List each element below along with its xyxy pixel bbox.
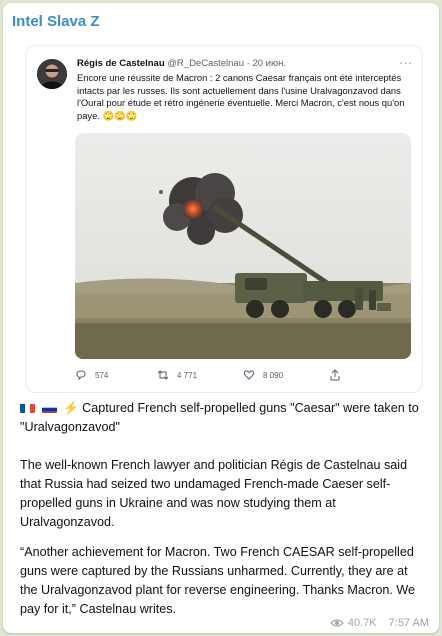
artillery-photo bbox=[75, 133, 411, 359]
tweet-actions: 574 4 771 8 090 bbox=[75, 369, 395, 383]
like-action[interactable]: 8 090 bbox=[243, 369, 283, 381]
embedded-tweet[interactable]: Régis de Castelnau @R_DeCastelnau · 20 и… bbox=[25, 45, 423, 393]
like-icon bbox=[243, 370, 255, 380]
headline-text: ⚡️ Captured French self-propelled guns "… bbox=[20, 401, 419, 434]
flag-russia-icon bbox=[41, 402, 57, 413]
message-time: 7:57 AM bbox=[388, 617, 429, 629]
share-icon bbox=[330, 369, 340, 381]
more-options-icon[interactable]: ··· bbox=[399, 55, 412, 70]
like-count: 8 090 bbox=[263, 370, 284, 380]
tweet-author: Régis de Castelnau @R_DeCastelnau · 20 и… bbox=[77, 58, 286, 69]
view-count: 40.7K bbox=[347, 617, 377, 629]
tweet-photo[interactable] bbox=[75, 133, 411, 359]
reply-action[interactable]: 574 bbox=[75, 369, 108, 381]
message-footer: 40.7K 7:57 AM bbox=[330, 617, 429, 629]
tweet-author-name[interactable]: Régis de Castelnau bbox=[77, 58, 165, 69]
avatar[interactable] bbox=[37, 59, 67, 89]
message-paragraph-1: The well-known French lawyer and politic… bbox=[20, 458, 408, 529]
retweet-icon bbox=[157, 370, 169, 380]
message-headline: ⚡️ Captured French self-propelled guns "… bbox=[20, 399, 425, 437]
retweet-action[interactable]: 4 771 bbox=[157, 369, 197, 381]
tweet-text: Encore une réussite de Macron : 2 canons… bbox=[77, 72, 405, 121]
reply-icon bbox=[76, 370, 86, 381]
tweet-author-handle[interactable]: @R_DeCastelnau bbox=[167, 58, 244, 69]
share-action[interactable] bbox=[329, 369, 341, 381]
message-paragraph-2: “Another achievement for Macron. Two Fre… bbox=[20, 545, 416, 616]
message-bubble: Intel Slava Z Régis de Castelnau @R_DeCa… bbox=[3, 3, 439, 633]
tweet-date: · 20 июн. bbox=[246, 58, 286, 69]
flag-france-icon bbox=[20, 402, 35, 413]
reply-count: 574 bbox=[95, 370, 109, 380]
eye-icon bbox=[330, 619, 344, 627]
channel-name[interactable]: Intel Slava Z bbox=[12, 13, 100, 30]
retweet-count: 4 771 bbox=[177, 370, 198, 380]
